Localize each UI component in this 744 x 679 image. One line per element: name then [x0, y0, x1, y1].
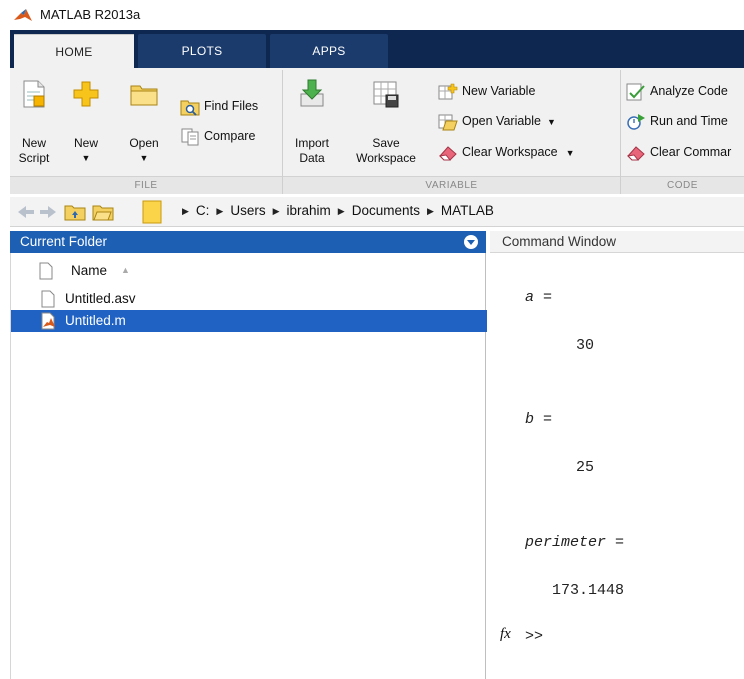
- new-variable-label: New Variable: [462, 84, 536, 98]
- file-name: Untitled.asv: [65, 291, 136, 306]
- output-value: 30: [576, 337, 595, 354]
- import-data-button[interactable]: Import Data: [288, 76, 336, 171]
- run-and-time-label: Run and Time: [650, 114, 728, 128]
- back-arrow-icon[interactable]: [16, 203, 36, 221]
- import-data-icon: [300, 79, 324, 107]
- current-folder-panel: Name ▲ Untitled.asv Untitled.m: [10, 253, 487, 679]
- clear-workspace-label: Clear Workspace: [462, 145, 558, 159]
- open-button[interactable]: Open ▼: [122, 76, 166, 171]
- analyze-code-icon: [626, 83, 645, 101]
- new-script-icon: [23, 80, 45, 108]
- chevron-down-icon: ▼: [139, 153, 149, 163]
- open-variable-label: Open Variable: [462, 114, 541, 128]
- file-row-selected[interactable]: Untitled.m: [11, 310, 487, 332]
- new-variable-button[interactable]: New Variable: [438, 80, 535, 102]
- breadcrumb-item[interactable]: C:: [196, 203, 210, 218]
- find-files-icon: [180, 100, 200, 116]
- forward-arrow-icon[interactable]: [38, 203, 58, 221]
- output-variable: b =: [525, 411, 553, 428]
- sort-ascending-icon: ▲: [121, 265, 130, 275]
- output-value: 173.1448: [552, 582, 625, 599]
- find-files-label: Find Files: [204, 99, 259, 113]
- breadcrumb-separator-icon: ▶: [337, 206, 345, 216]
- up-folder-icon[interactable]: [64, 203, 86, 221]
- find-files-button[interactable]: Find Files: [180, 95, 258, 117]
- tab-home[interactable]: HOME: [14, 34, 134, 68]
- output-variable: perimeter =: [525, 534, 625, 551]
- new-label: New: [73, 136, 98, 150]
- browse-folder-icon[interactable]: [92, 203, 114, 221]
- breadcrumb-separator-icon: ▶: [427, 206, 434, 216]
- clear-commands-label: Clear Commar: [650, 145, 732, 159]
- import-data-label-2: Data: [299, 151, 325, 165]
- breadcrumb-item[interactable]: ibrahim: [287, 203, 331, 218]
- new-script-button[interactable]: New Script: [14, 76, 54, 171]
- matlab-file-icon: [41, 312, 55, 330]
- clear-commands-button[interactable]: Clear Commar: [626, 141, 731, 163]
- new-script-label-1: New: [21, 136, 46, 150]
- folder-icon: [142, 200, 162, 224]
- breadcrumb: ▶ C: ▶ Users ▶ ibrahim ▶ Documents ▶ MATLAB: [175, 203, 494, 218]
- home-ribbon: New Script New ▼ Open ▼ Find Files Compa…: [10, 68, 744, 194]
- run-and-time-button[interactable]: Run and Time: [626, 110, 728, 132]
- breadcrumb-separator-icon: ▶: [216, 206, 224, 216]
- chevron-down-icon: ▼: [81, 153, 91, 163]
- import-data-label-1: Import: [294, 136, 329, 150]
- analyze-code-label: Analyze Code: [650, 84, 728, 98]
- tab-plots[interactable]: PLOTS: [138, 34, 266, 68]
- address-bar: ▶ C: ▶ Users ▶ ibrahim ▶ Documents ▶ MATLAB: [10, 197, 744, 227]
- output-variable: a =: [525, 289, 553, 306]
- section-label-variable: VARIABLE: [283, 176, 620, 194]
- toolstrip-tabs: HOME PLOTS APPS: [10, 30, 744, 68]
- file-type-column-icon: [39, 262, 53, 280]
- open-variable-button[interactable]: Open Variable ▼: [438, 110, 556, 132]
- run-and-time-icon: [627, 113, 645, 130]
- eraser-icon: [438, 146, 457, 161]
- command-prompt[interactable]: >>: [525, 628, 543, 645]
- name-column-label: Name: [71, 263, 108, 278]
- file-icon: [41, 290, 55, 308]
- chevron-down-icon: ▼: [547, 117, 556, 127]
- compare-button[interactable]: Compare: [180, 125, 255, 147]
- save-workspace-icon: [373, 81, 399, 108]
- tab-apps[interactable]: APPS: [270, 34, 388, 68]
- compare-label: Compare: [204, 129, 256, 143]
- panel-actions-icon[interactable]: [464, 235, 478, 249]
- compare-icon: [181, 128, 199, 146]
- save-workspace-label-2: Workspace: [356, 151, 416, 165]
- open-label: Open: [129, 136, 159, 150]
- breadcrumb-separator-icon: ▶: [272, 206, 280, 216]
- command-window-header: Command Window: [490, 231, 744, 253]
- folder-icon: [130, 85, 158, 106]
- matlab-logo-icon: [14, 9, 32, 21]
- new-script-label-2: Script: [18, 151, 50, 165]
- new-variable-icon: [438, 83, 458, 100]
- file-row[interactable]: Untitled.asv: [11, 288, 487, 310]
- output-value: 25: [576, 459, 595, 476]
- save-workspace-label-1: Save: [372, 136, 400, 150]
- save-workspace-button[interactable]: Save Workspace: [346, 76, 426, 171]
- current-folder-header: Current Folder: [10, 231, 486, 253]
- file-name: Untitled.m: [65, 313, 126, 328]
- plus-icon: [73, 81, 99, 107]
- open-variable-icon: [438, 114, 458, 131]
- section-label-file: FILE: [10, 176, 282, 194]
- current-folder-title: Current Folder: [20, 234, 108, 249]
- window-title: MATLAB R2013a: [40, 7, 141, 22]
- command-window[interactable]: a = 30 b = 25 perimeter = 173.1448: [490, 253, 744, 679]
- function-browser-icon[interactable]: fx: [500, 626, 511, 643]
- breadcrumb-separator-icon: ▶: [182, 206, 189, 216]
- name-column-header[interactable]: Name ▲: [11, 259, 487, 283]
- section-label-code: CODE: [621, 176, 744, 194]
- breadcrumb-item[interactable]: Documents: [352, 203, 420, 218]
- analyze-code-button[interactable]: Analyze Code: [626, 80, 728, 102]
- new-button[interactable]: New ▼: [66, 76, 106, 171]
- breadcrumb-item[interactable]: Users: [230, 203, 265, 218]
- clear-workspace-button[interactable]: Clear Workspace ▼: [438, 141, 575, 163]
- chevron-down-icon: ▼: [565, 148, 575, 158]
- command-window-title: Command Window: [502, 234, 617, 249]
- breadcrumb-item[interactable]: MATLAB: [441, 203, 494, 218]
- title-bar: MATLAB R2013a: [0, 0, 744, 30]
- eraser-icon: [626, 146, 645, 161]
